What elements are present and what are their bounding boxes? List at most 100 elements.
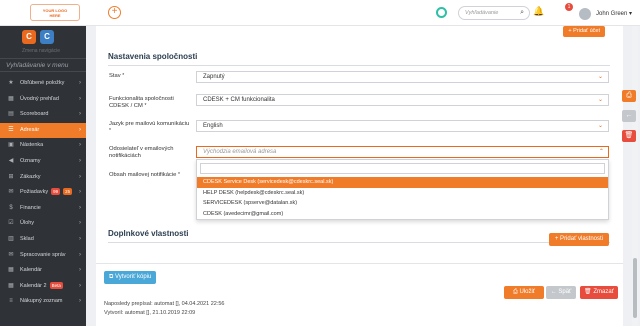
section-title-company-settings: Nastavenia spoločnosti — [108, 52, 610, 66]
chevron-down-icon: ⌄ — [597, 97, 603, 103]
sidebar-item-12[interactable]: ▦ Kalendár › — [0, 263, 86, 279]
functionality-select[interactable]: CDESK + CM funkcionalita ⌄ — [196, 94, 609, 106]
scoreboard-icon: ▤ — [8, 111, 14, 118]
megaphone-icon: ◀ — [8, 157, 14, 164]
dropdown-option[interactable]: CDESK (avedecimr@gmail.com) — [197, 209, 608, 220]
sidebar-item-label: Obľúbené položky — [20, 80, 65, 86]
create-copy-button[interactable]: ⧉ Vytvoriť kópiu — [104, 271, 157, 284]
divider — [96, 263, 623, 264]
sidebar-item-14[interactable]: ≡ Nákupný zoznam › — [0, 294, 86, 310]
copy-icon: ⧉ — [109, 274, 114, 280]
mail-language-select[interactable]: English ⌄ — [196, 120, 609, 132]
top-bar: YOUR LOGO HERE + Vyhľadávanie ⌕ 🔔 1 John… — [0, 0, 640, 26]
back-label: Späť — [558, 289, 572, 295]
sidebar-item-9[interactable]: ☑ Úlohy › — [0, 216, 86, 232]
sidebar-item-6[interactable]: ⊞ Zákazky › — [0, 170, 86, 186]
sidebar-item-label: Adresár — [20, 126, 40, 133]
dropdown-search-input[interactable] — [200, 163, 605, 174]
add-account-button[interactable]: + Pridať účet — [563, 26, 605, 37]
chevron-down-icon: ⌄ — [597, 123, 603, 129]
field-label-functionality: Funkcionalita spoločnosti CDESK / CM * — [109, 96, 174, 109]
save-button[interactable]: ⎙ Uložiť — [504, 286, 544, 299]
side-trash-icon[interactable]: 🗑 — [622, 130, 636, 142]
mail-language-value: English — [203, 123, 223, 129]
chevron-down-icon: ⌄ — [597, 74, 603, 80]
sidebar-item-label: Úlohy — [20, 220, 35, 227]
status-select[interactable]: Zapnutý ⌄ — [196, 71, 609, 83]
created-text: Vytvoril: automat [], 21.10.2019 22:09 — [104, 310, 196, 316]
sender-placeholder: Východzia emailová adresa — [203, 149, 277, 155]
sidebar-item-label: Nákupný zoznam — [20, 298, 63, 305]
chevron-right-icon: › — [79, 95, 81, 102]
add-icon[interactable]: + — [108, 6, 121, 19]
chevron-right-icon: › — [79, 204, 81, 211]
sidebar-item-label: Kalendár 2 — [20, 282, 47, 289]
chevron-right-icon: › — [79, 220, 81, 227]
scrollbar-thumb[interactable] — [633, 258, 637, 318]
save-label: Uložiť — [519, 289, 536, 295]
dropdown-option[interactable]: CDESK Service Desk (servicedesk@cdeskrc.… — [197, 177, 608, 188]
sidebar-item-0[interactable]: ★ Obľúbené položky › — [0, 76, 86, 92]
delete-label: Zmazať — [593, 289, 614, 295]
ticket-icon: ✉ — [8, 189, 14, 196]
user-name[interactable]: John Green ▾ — [596, 10, 632, 17]
sidebar-item-10[interactable]: ▥ Sklad › — [0, 232, 86, 248]
sidebar-item-1[interactable]: ▦ Úvodný prehľad › — [0, 92, 86, 108]
functionality-value: CDESK + CM funkcionalita — [203, 97, 275, 103]
sidebar-item-label: Úvodný prehľad — [20, 95, 59, 102]
chevron-right-icon: › — [79, 267, 81, 274]
mail-icon: ✉ — [8, 251, 14, 258]
sidebar-item-3[interactable]: ☰ Adresár › — [0, 122, 86, 139]
tasks-icon: ☑ — [8, 220, 14, 227]
save-icon: ⎙ — [512, 289, 518, 295]
delete-button[interactable]: 🗑 Zmazať — [580, 286, 618, 299]
sender-select[interactable]: Východzia emailová adresa ⌃ — [196, 146, 609, 158]
company-logo[interactable]: YOUR LOGO HERE — [30, 4, 80, 21]
chevron-right-icon: › — [79, 80, 81, 86]
chevron-right-icon: › — [79, 235, 81, 242]
help-lifebuoy-icon[interactable] — [436, 7, 447, 18]
chevron-right-icon: › — [79, 111, 81, 118]
dropdown-option[interactable]: SERVICEDESK (spserve@datalan.sk) — [197, 198, 608, 209]
field-label-sender: Odosielateľ v emailových notifikáciách — [109, 146, 174, 159]
sidebar-app-logos: CC — [0, 26, 86, 48]
menu-search-input[interactable]: Vyhľadávanie v menu — [0, 58, 86, 72]
sidebar-item-2[interactable]: ▤ Scoreboard › — [0, 107, 86, 123]
sidebar: CC Zmena navigácie Vyhľadávanie v menu ★… — [0, 26, 86, 326]
field-label-mail-content: Obsah mailovej notifikácie * — [109, 172, 180, 178]
sidebar-badge: 99 — [51, 188, 61, 196]
side-back-arrow-icon[interactable]: ← — [622, 110, 636, 122]
sidebar-item-4[interactable]: ▣ Nástenka › — [0, 138, 86, 154]
user-name-text: John Green — [596, 11, 628, 17]
sidebar-item-13[interactable]: ▦ Kalendár 2 Beta › — [0, 279, 86, 295]
search-icon[interactable]: ⌕ — [520, 9, 524, 17]
sidebar-item-label: Spracovanie správ — [20, 251, 66, 258]
sidebar-item-11[interactable]: ✉ Spracovanie správ › — [0, 248, 86, 264]
avatar[interactable] — [579, 8, 591, 20]
add-property-button[interactable]: + Pridať vlastnosti — [548, 233, 609, 246]
warehouse-icon: ▥ — [8, 235, 14, 242]
sidebar-item-label: Financie — [20, 204, 41, 211]
back-button[interactable]: ← Späť — [546, 286, 576, 299]
sidebar-item-7[interactable]: ✉ Požiadavky 99 25 › — [0, 185, 86, 201]
sidebar-item-label: Požiadavky — [20, 189, 49, 196]
chevron-right-icon: › — [79, 126, 81, 133]
bell-icon[interactable]: 🔔 — [533, 6, 544, 17]
chevron-right-icon: › — [79, 282, 81, 289]
sidebar-item-5[interactable]: ◀ Oznamy › — [0, 154, 86, 170]
global-search-input[interactable]: Vyhľadávanie ⌕ — [458, 6, 530, 20]
cm-logo-icon[interactable]: C — [40, 30, 54, 44]
create-copy-label: Vytvoriť kópiu — [114, 274, 152, 280]
logo-line-2: HERE — [49, 13, 61, 18]
side-save-icon[interactable]: ⎙ — [622, 90, 636, 102]
star-icon: ★ — [8, 80, 14, 86]
sidebar-item-8[interactable]: $ Financie › — [0, 201, 86, 217]
sidebar-item-label: Sklad — [20, 235, 34, 242]
status-value: Zapnutý — [203, 74, 225, 80]
field-label-status: Stav * — [109, 73, 125, 79]
cdesk-logo-icon[interactable]: C — [22, 30, 36, 44]
global-search-placeholder: Vyhľadávanie — [465, 10, 499, 16]
field-label-mail-language: Jazyk pre mailovú komunikáciu * — [109, 121, 190, 134]
dropdown-option[interactable]: HELP DESK (helpdesk@cdeskrc.seal.sk) — [197, 188, 608, 199]
back-arrow-icon: ← — [550, 289, 557, 295]
